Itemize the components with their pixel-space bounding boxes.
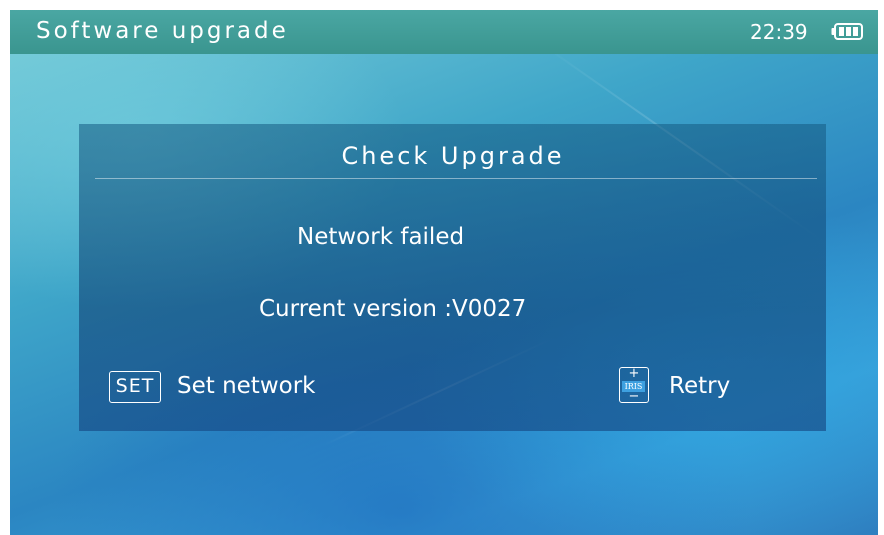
version-label: Current version : [259,296,452,322]
check-upgrade-dialog: Check Upgrade Network failed Current ver… [79,124,826,431]
iris-minus-icon: − [628,389,640,404]
dialog-title: Check Upgrade [341,142,565,170]
clock: 22:39 [750,20,808,44]
screen-title: Software upgrade [36,18,289,44]
device-screen: Software upgrade 22:39 Check Upgrade Net… [10,10,878,535]
header-bar: Software upgrade 22:39 [10,10,878,54]
current-version: Current version :V0027 [259,296,526,322]
network-status: Network failed [297,224,465,250]
version-value: V0027 [452,296,527,322]
iris-plus-icon: + [628,366,640,381]
dialog-divider [95,178,817,179]
retry-action[interactable]: Retry [669,373,730,399]
set-key-icon[interactable]: SET [109,371,161,403]
battery-full-icon [831,23,863,40]
iris-key-icon[interactable]: + IRIS − [619,367,649,403]
set-network-action[interactable]: Set network [177,373,315,399]
